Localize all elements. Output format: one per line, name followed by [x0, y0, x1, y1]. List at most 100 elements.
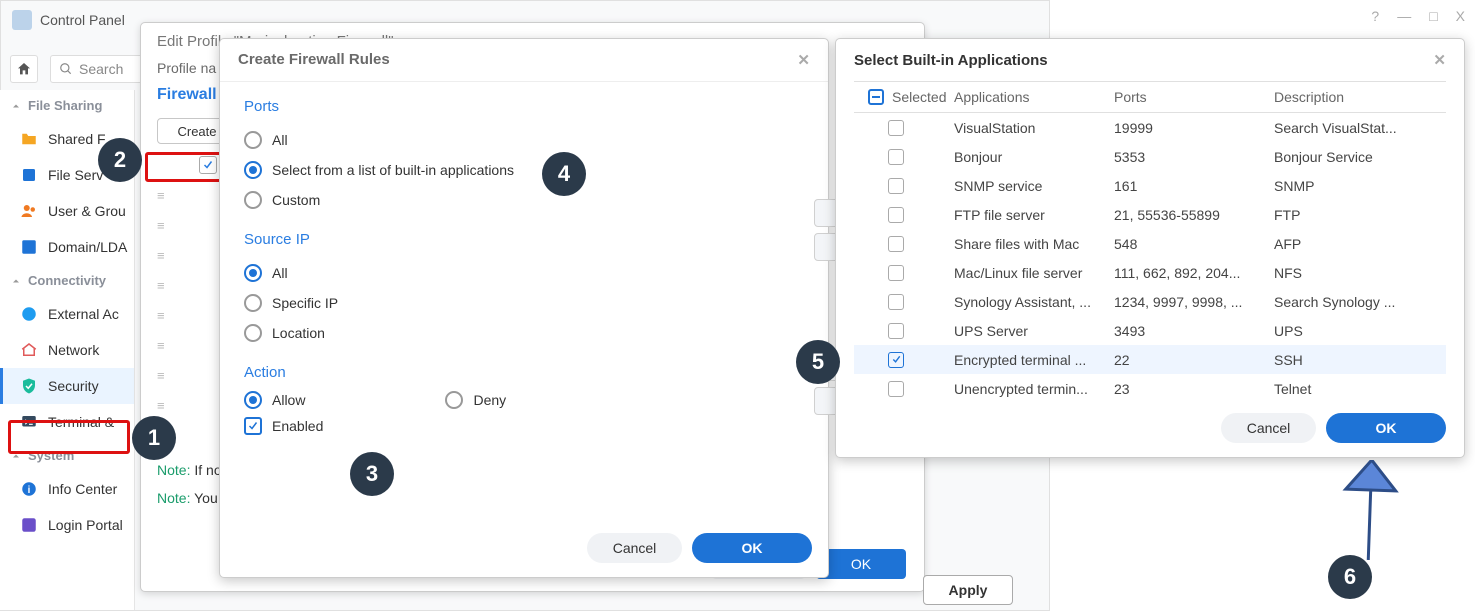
close-icon[interactable]: ✕ — [1433, 51, 1446, 69]
chevron-up-icon — [10, 450, 22, 462]
sidebar-item-user-group[interactable]: User & Grou — [0, 193, 134, 229]
sidebar-section-connectivity[interactable]: Connectivity — [0, 265, 134, 296]
app-port: 3493 — [1114, 323, 1274, 339]
app-name: UPS Server — [954, 323, 1114, 339]
sidebar-item-file-services[interactable]: File Serv — [0, 157, 134, 193]
shield-icon — [20, 377, 38, 395]
app-desc: FTP — [1274, 207, 1446, 223]
sidebar-item-security[interactable]: Security — [0, 368, 134, 404]
sourceip-location-option[interactable]: Location — [244, 318, 804, 348]
sourceip-all-option[interactable]: All — [244, 258, 804, 288]
app-row-checkbox[interactable] — [888, 149, 904, 165]
app-name: Share files with Mac — [954, 236, 1114, 252]
annotation-arrow-6 — [1335, 460, 1405, 560]
sourceip-header: Source IP — [244, 231, 804, 248]
app-row[interactable]: Bonjour5353Bonjour Service — [854, 142, 1446, 171]
app-port: 19999 — [1114, 120, 1274, 136]
app-row[interactable]: Synology Assistant, ...1234, 9997, 9998,… — [854, 287, 1446, 316]
window-title: Control Panel — [12, 10, 125, 30]
help-icon[interactable]: ? — [1371, 8, 1379, 24]
rules-ok-button[interactable]: OK — [692, 533, 812, 563]
sidebar-section-file-sharing[interactable]: File Sharing — [0, 90, 134, 121]
sourceip-specific-option[interactable]: Specific IP — [244, 288, 804, 318]
app-port: 5353 — [1114, 149, 1274, 165]
app-row-checkbox[interactable] — [888, 294, 904, 310]
app-row[interactable]: SNMP service161SNMP — [854, 171, 1446, 200]
home-button[interactable] — [10, 55, 38, 83]
app-name: Synology Assistant, ... — [954, 294, 1114, 310]
app-row-checkbox[interactable] — [888, 381, 904, 397]
chevron-up-icon — [10, 100, 22, 112]
app-name: Unencrypted termin... — [954, 381, 1114, 397]
close-button[interactable]: X — [1456, 8, 1465, 24]
app-row[interactable]: FTP file server21, 55536-55899FTP — [854, 200, 1446, 229]
apps-ok-button[interactable]: OK — [1326, 413, 1446, 443]
app-port: 22 — [1114, 352, 1274, 368]
app-desc: SNMP — [1274, 178, 1446, 194]
app-desc: SSH — [1274, 352, 1446, 368]
app-modal-title: Select Built-in Applications — [854, 52, 1048, 69]
app-row-checkbox[interactable] — [888, 265, 904, 281]
enabled-header-checkbox[interactable] — [199, 156, 217, 174]
window-title-text: Control Panel — [40, 12, 125, 28]
app-desc: NFS — [1274, 265, 1446, 281]
app-row-checkbox[interactable] — [888, 236, 904, 252]
app-name: Bonjour — [954, 149, 1114, 165]
ports-header: Ports — [244, 98, 804, 115]
edit-profile-ok[interactable]: OK — [816, 549, 906, 579]
action-allow-option[interactable]: Allow — [244, 391, 305, 409]
close-icon[interactable]: ✕ — [797, 51, 810, 69]
app-port: 111, 662, 892, 204... — [1114, 265, 1274, 281]
sidebar: File Sharing Shared F File Serv User & G… — [0, 90, 135, 610]
chevron-up-icon — [10, 275, 22, 287]
action-deny-option[interactable]: Deny — [445, 391, 506, 409]
action-header: Action — [244, 364, 804, 381]
app-row-checkbox[interactable] — [888, 178, 904, 194]
app-row[interactable]: Share files with Mac548AFP — [854, 229, 1446, 258]
sidebar-item-shared-folder[interactable]: Shared F — [0, 121, 134, 157]
window-controls: ? — □ X — [1371, 8, 1465, 24]
search-icon — [59, 62, 73, 76]
sidebar-item-login-portal[interactable]: Login Portal — [0, 507, 134, 543]
rules-cancel-button[interactable]: Cancel — [587, 533, 682, 563]
action-enabled-checkbox[interactable]: Enabled — [244, 417, 323, 435]
app-row[interactable]: Unencrypted termin...23Telnet — [854, 374, 1446, 403]
app-port: 1234, 9997, 9998, ... — [1114, 294, 1274, 310]
sidebar-item-terminal[interactable]: Terminal & — [0, 404, 134, 440]
ports-custom-option[interactable]: Custom — [244, 185, 804, 215]
select-builtin-apps-modal: Select Built-in Applications ✕ Selected … — [835, 38, 1465, 458]
app-row-checkbox[interactable] — [888, 207, 904, 223]
app-row[interactable]: Encrypted terminal ...22SSH — [854, 345, 1446, 374]
app-row[interactable]: UPS Server3493UPS — [854, 316, 1446, 345]
apply-button[interactable]: Apply — [923, 575, 1013, 605]
minimize-button[interactable]: — — [1397, 8, 1411, 24]
sidebar-item-info-center[interactable]: iInfo Center — [0, 471, 134, 507]
control-panel-icon — [12, 10, 32, 30]
create-firewall-rules-modal: Create Firewall Rules ✕ Ports All Select… — [219, 38, 829, 578]
app-name: FTP file server — [954, 207, 1114, 223]
app-row[interactable]: VisualStation19999Search VisualStat... — [854, 113, 1446, 142]
app-row[interactable]: Mac/Linux file server111, 662, 892, 204.… — [854, 258, 1446, 287]
apps-cancel-button[interactable]: Cancel — [1221, 413, 1316, 443]
sidebar-section-system[interactable]: System — [0, 440, 134, 471]
sidebar-item-network[interactable]: Network — [0, 332, 134, 368]
app-row-checkbox[interactable] — [888, 120, 904, 136]
svg-text:i: i — [28, 485, 31, 496]
app-desc: UPS — [1274, 323, 1446, 339]
app-desc: Bonjour Service — [1274, 149, 1446, 165]
annotation-badge-6: 6 — [1328, 555, 1372, 599]
ports-builtin-option[interactable]: Select from a list of built-in applicati… — [244, 155, 804, 185]
app-table-header: Selected Applications Ports Description — [854, 81, 1446, 113]
maximize-button[interactable]: □ — [1429, 8, 1437, 24]
sidebar-item-domain[interactable]: Domain/LDA — [0, 229, 134, 265]
app-name: Encrypted terminal ... — [954, 352, 1114, 368]
app-port: 23 — [1114, 381, 1274, 397]
select-all-checkbox[interactable] — [868, 89, 884, 105]
app-row-checkbox[interactable] — [888, 352, 904, 368]
ports-all-option[interactable]: All — [244, 125, 804, 155]
search-input[interactable]: Search — [50, 55, 145, 83]
app-row-checkbox[interactable] — [888, 323, 904, 339]
app-desc: Search VisualStat... — [1274, 120, 1446, 136]
sidebar-item-external-access[interactable]: External Ac — [0, 296, 134, 332]
create-rules-title: Create Firewall Rules — [238, 51, 390, 69]
